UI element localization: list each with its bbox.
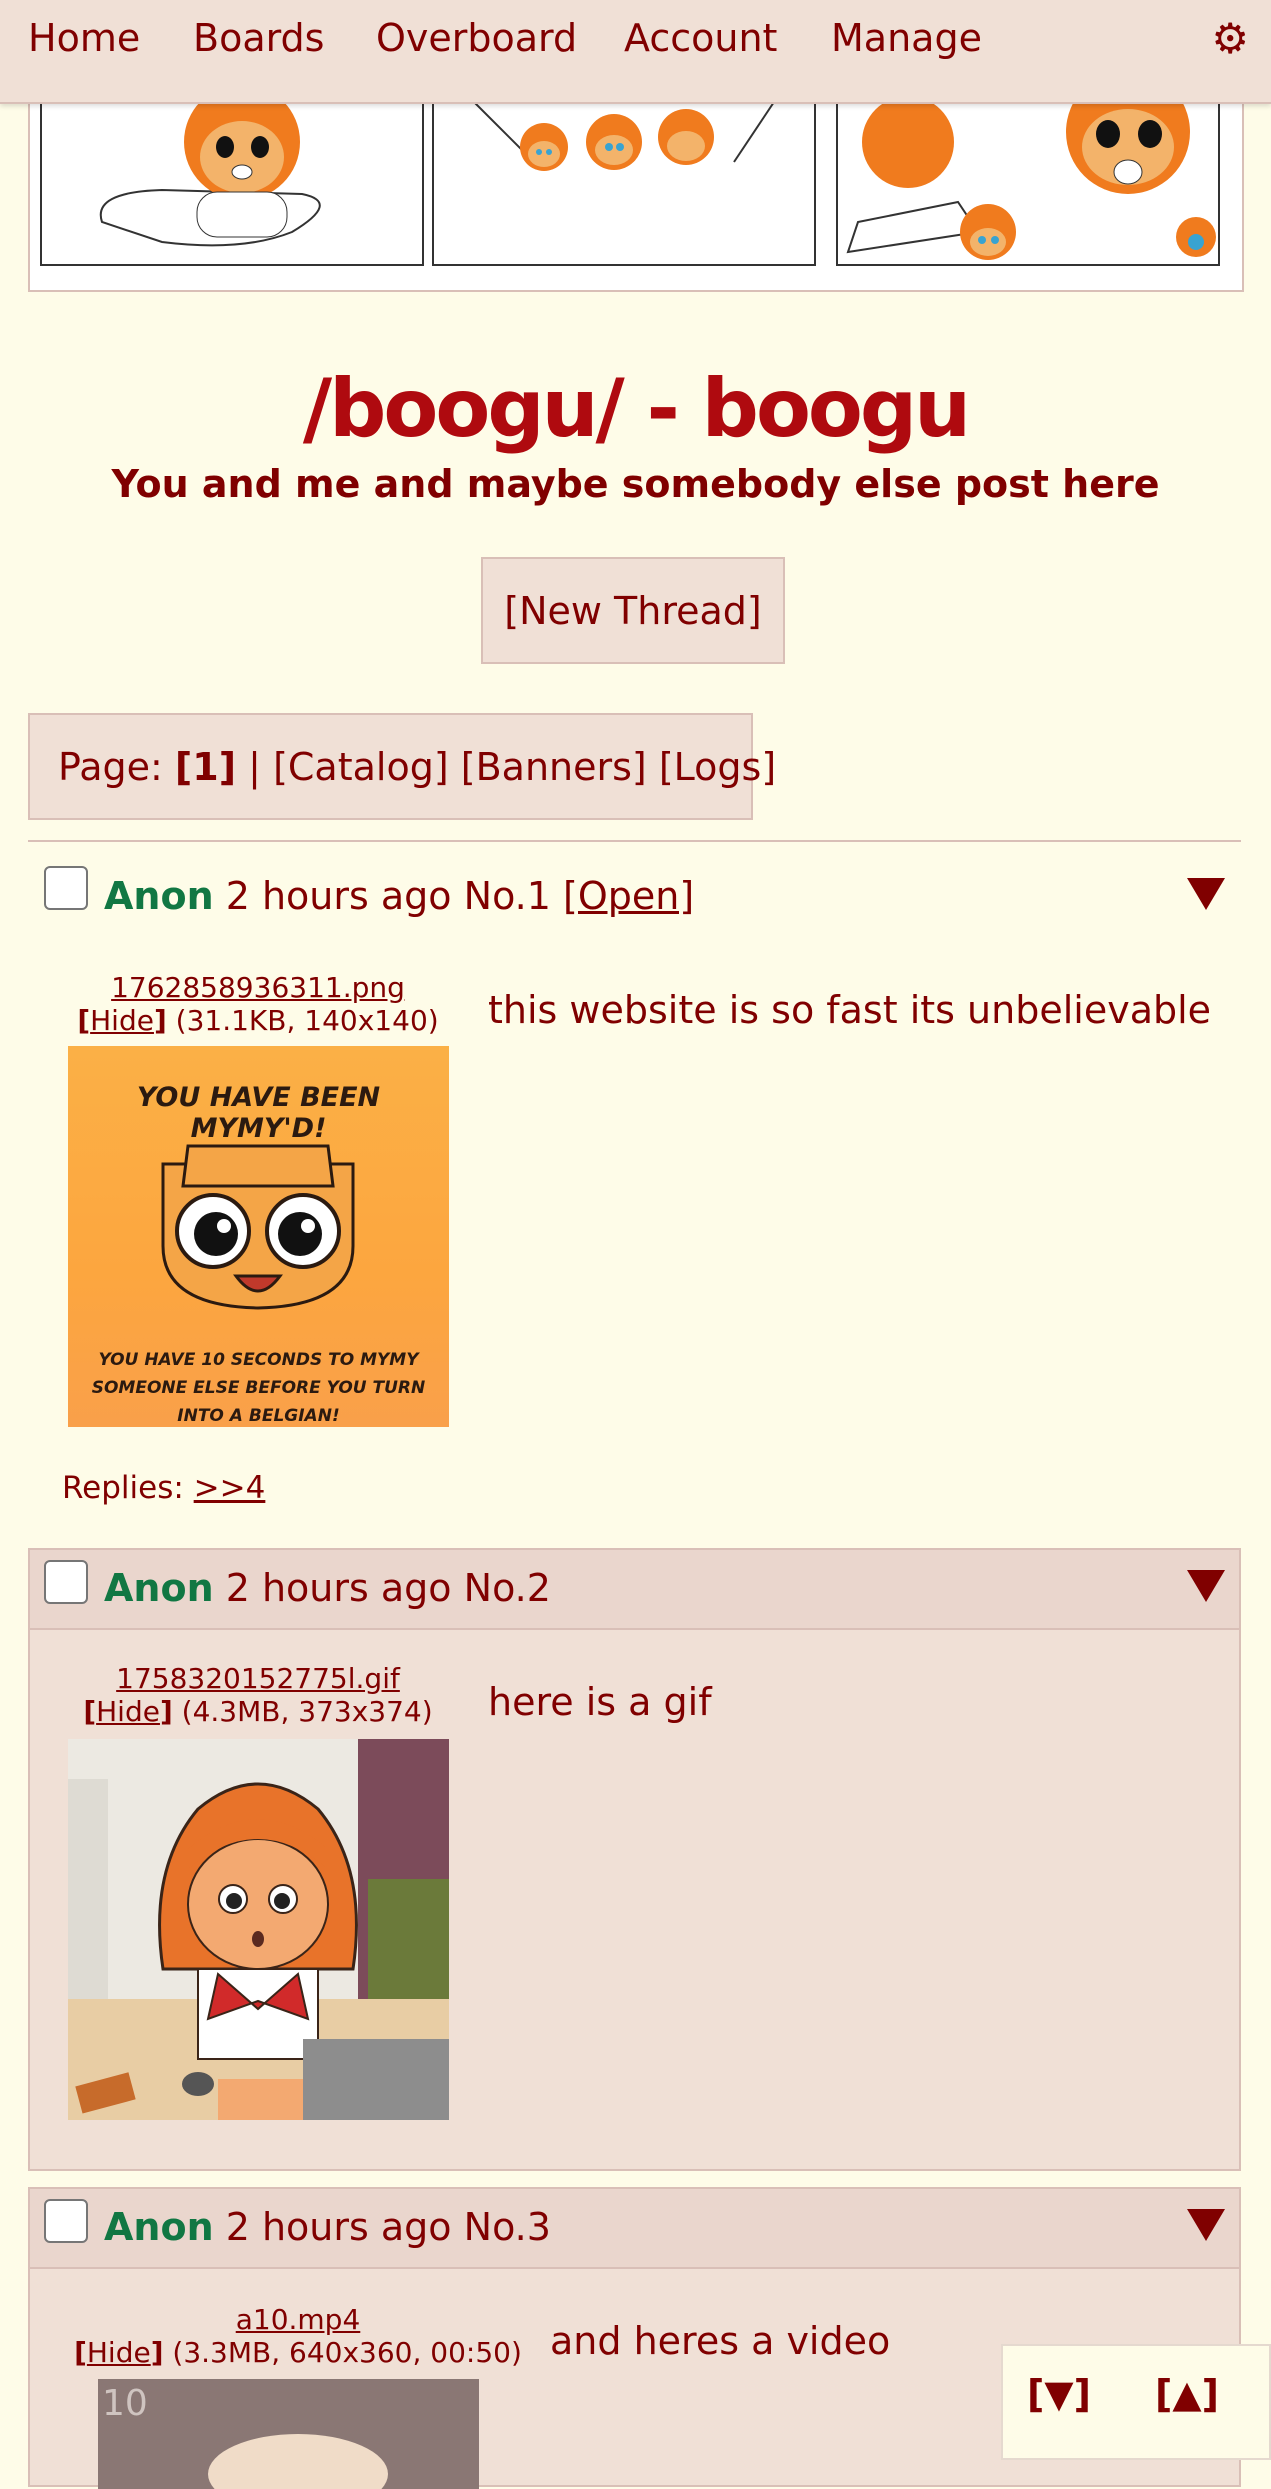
video-thumbnail[interactable]: 10 xyxy=(98,2379,479,2489)
file-link[interactable]: a10.mp4 xyxy=(236,2303,361,2336)
banners-link[interactable]: [Banners] xyxy=(461,745,647,789)
file-link[interactable]: 1762858936311.png xyxy=(111,971,405,1004)
file-link[interactable]: 1758320152775l.gif xyxy=(116,1662,400,1695)
board-subtitle: You and me and maybe somebody else post … xyxy=(111,462,1160,506)
post-number[interactable]: No.1 xyxy=(464,874,551,918)
file-info: a10.mp4 [Hide] (3.3MB, 640x360, 00:50) xyxy=(74,2303,522,2369)
scroll-down-button[interactable]: [▼] xyxy=(1027,2372,1091,2416)
open-thread-link[interactable]: [Open] xyxy=(563,874,694,918)
post-checkbox[interactable] xyxy=(44,1560,88,1604)
post-header: Anon 2 hours ago No.3 xyxy=(104,2205,551,2249)
file-meta: (4.3MB, 373x374) xyxy=(181,1695,433,1728)
reply-post: Anon 2 hours ago No.2 1758320152775l.gif… xyxy=(28,1548,1241,2171)
post-thumbnail[interactable]: YOU HAVE BEEN MYMY'D! YOU HAVE 10 SECOND… xyxy=(68,1046,449,1427)
board-title: /boogu/ - boogu xyxy=(302,362,971,455)
scroll-nav: [▼] [▲] xyxy=(1001,2344,1271,2460)
page-bar: Page: [1] | [Catalog] [Banners] [Logs] xyxy=(28,713,776,820)
post-number[interactable]: No.2 xyxy=(464,1566,551,1610)
nav-home[interactable]: Home xyxy=(28,16,140,60)
nav-boards[interactable]: Boards xyxy=(193,16,324,60)
hide-file-link[interactable]: Hide xyxy=(96,1695,160,1728)
page-separator: | xyxy=(248,744,261,789)
hide-file-link[interactable]: Hide xyxy=(87,2336,151,2369)
poster-name: Anon xyxy=(104,874,214,918)
catalog-link[interactable]: [Catalog] xyxy=(273,745,449,789)
divider xyxy=(28,840,1241,842)
scroll-up-button[interactable]: [▲] xyxy=(1155,2372,1219,2416)
post-time: 2 hours ago xyxy=(225,874,452,918)
post-time: 2 hours ago xyxy=(225,1566,452,1610)
banner-panel-1 xyxy=(40,102,424,266)
nav-account[interactable]: Account xyxy=(624,16,777,60)
nav-manage[interactable]: Manage xyxy=(831,16,982,60)
banner-panel-3 xyxy=(836,102,1220,266)
nav-overboard[interactable]: Overboard xyxy=(376,16,577,60)
post-header: Anon 2 hours ago No.1 [Open] xyxy=(104,874,694,918)
logs-link[interactable]: [Logs] xyxy=(659,745,776,789)
banner-panel-2 xyxy=(432,102,816,266)
post-message: and heres a video xyxy=(550,2319,891,2363)
post-thumbnail[interactable] xyxy=(68,1739,449,2120)
gear-icon[interactable]: ⚙ xyxy=(1211,14,1249,63)
file-info: 1758320152775l.gif [Hide] (4.3MB, 373x37… xyxy=(83,1662,433,1728)
reply-link[interactable]: >>4 xyxy=(194,1470,266,1506)
file-info: 1762858936311.png [Hide] (31.1KB, 140x14… xyxy=(77,971,439,1037)
replies-label: Replies: xyxy=(62,1470,184,1506)
page-current[interactable]: [1] xyxy=(175,745,236,789)
post-number[interactable]: No.3 xyxy=(464,2205,551,2249)
poster-name: Anon xyxy=(104,2205,214,2249)
post-menu-icon[interactable] xyxy=(1187,2209,1225,2241)
page-label: Page: xyxy=(58,744,163,789)
post-menu-icon[interactable] xyxy=(1187,1570,1225,1602)
post-header: Anon 2 hours ago No.2 xyxy=(104,1566,551,1610)
board-banner[interactable] xyxy=(28,100,1244,292)
post-checkbox[interactable] xyxy=(44,866,88,910)
replies-line: Replies: >>4 xyxy=(62,1470,265,1506)
post-time: 2 hours ago xyxy=(225,2205,452,2249)
post-menu-icon[interactable] xyxy=(1187,878,1225,910)
file-meta: (31.1KB, 140x140) xyxy=(175,1004,439,1037)
thumb-caption-bottom: YOU HAVE 10 SECONDS TO MYMY SOMEONE ELSE… xyxy=(91,1350,426,1426)
new-thread-button[interactable]: [New Thread] xyxy=(481,557,785,664)
file-meta: (3.3MB, 640x360, 00:50) xyxy=(172,2336,522,2369)
post-checkbox[interactable] xyxy=(44,2199,88,2243)
post-message: this website is so fast its unbelievable xyxy=(488,988,1212,1032)
poster-name: Anon xyxy=(104,1566,214,1610)
post-message: here is a gif xyxy=(488,1680,712,1724)
hide-file-link[interactable]: Hide xyxy=(90,1004,154,1037)
top-nav: Home Boards Overboard Account Manage ⚙ xyxy=(0,0,1271,104)
